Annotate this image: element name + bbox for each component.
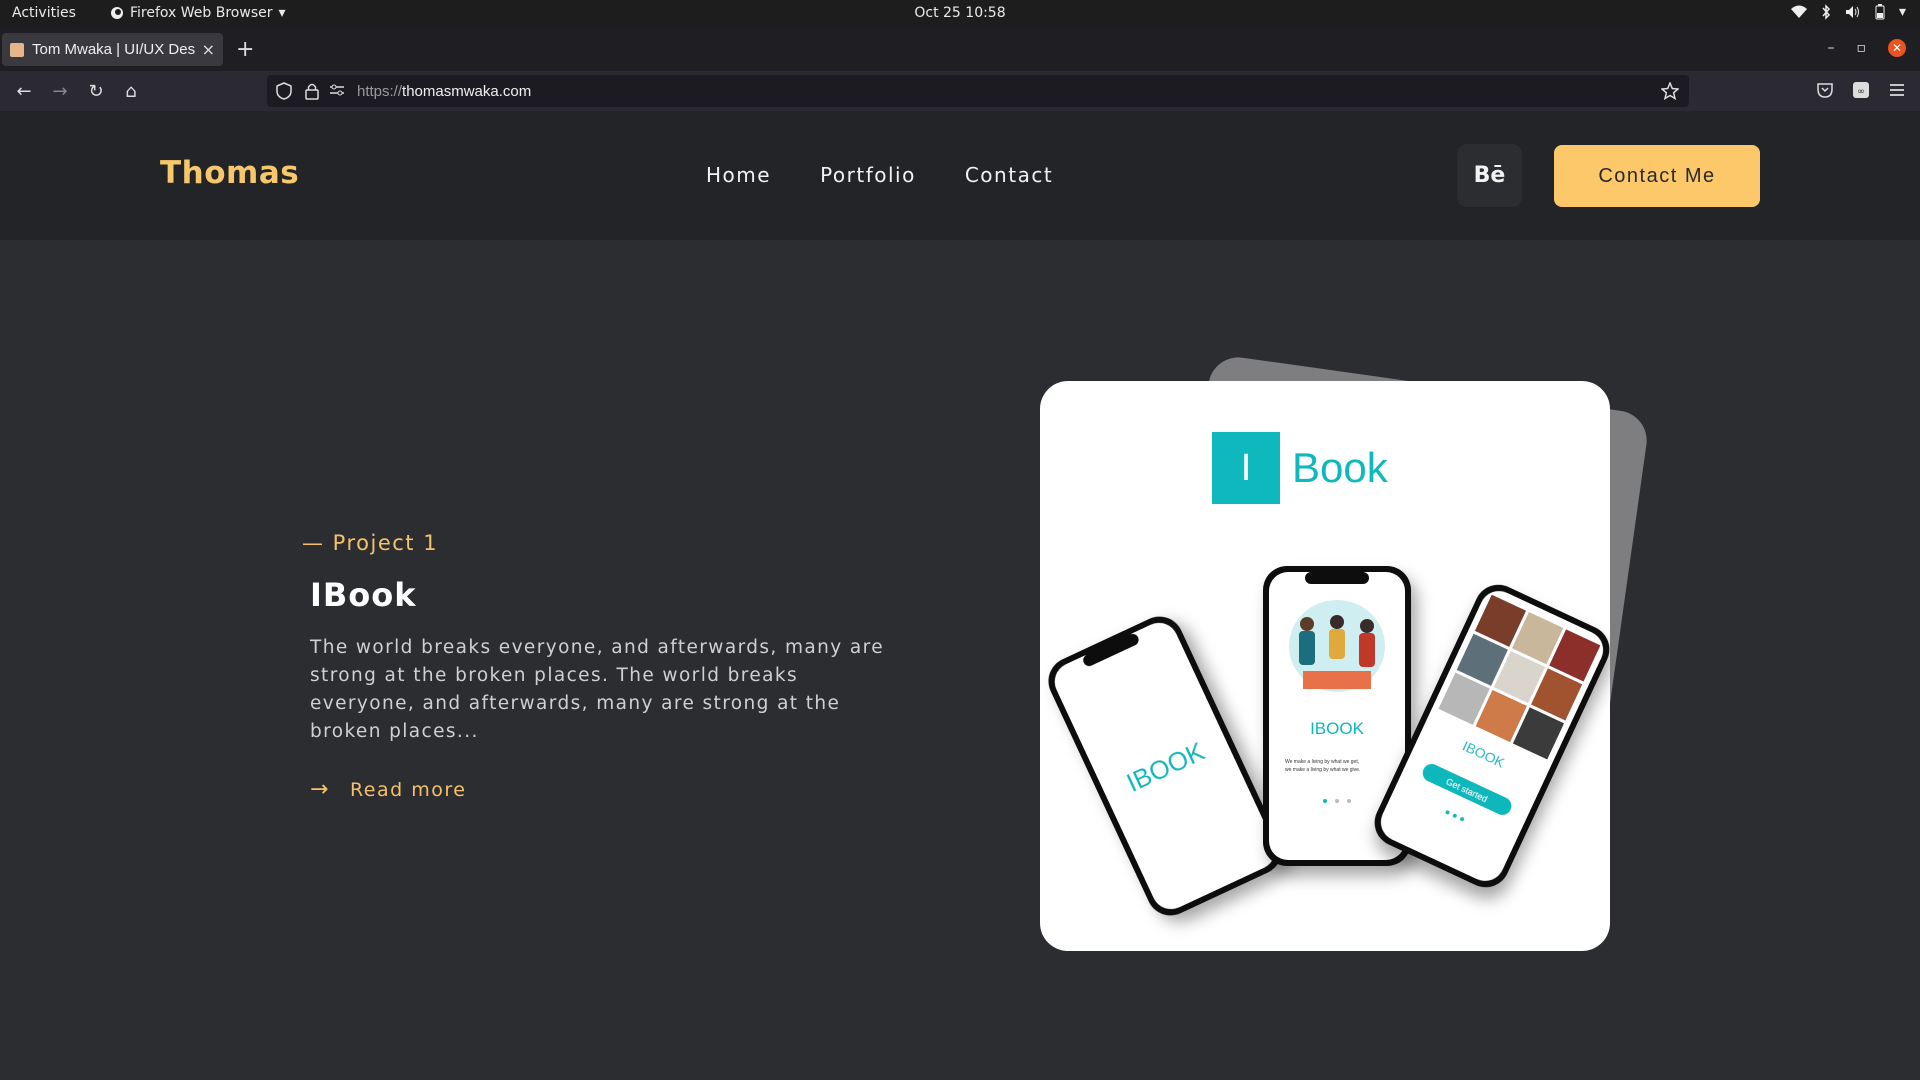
close-window-icon[interactable]: ✕ (1888, 39, 1906, 57)
restore-icon[interactable]: ▫ (1857, 40, 1867, 56)
site-nav: Home Portfolio Contact (706, 163, 1053, 187)
web-page: Thomas Home Portfolio Contact Bē Contact… (0, 111, 1920, 1080)
permissions-icon[interactable] (329, 82, 345, 98)
nav-portfolio-link[interactable]: Portfolio (820, 163, 916, 187)
new-tab-button[interactable]: + (236, 37, 254, 62)
project-image-card[interactable]: I Book IBOOK IBOOK We make a living by w… (1040, 381, 1610, 951)
project-description: The world breaks everyone, and afterward… (310, 637, 885, 742)
nav-home-link[interactable]: Home (706, 163, 771, 187)
tab-strip: Tom Mwaka | UI/UX Design × + – ▫ ✕ (0, 27, 1920, 71)
site-header: Thomas Home Portfolio Contact Bē Contact… (0, 111, 1920, 240)
system-tray[interactable]: ▾ (1790, 4, 1906, 20)
hamburger-menu-icon[interactable] (1888, 81, 1906, 99)
caret-down-icon: ▾ (1898, 4, 1906, 20)
navigation-toolbar: ← → ↻ ⌂ https://thomasmwaka.com ∞ (0, 71, 1920, 111)
bookmark-star-icon[interactable] (1661, 82, 1679, 100)
forward-arrow-icon[interactable]: → (50, 81, 70, 102)
clock[interactable]: Oct 25 10:58 (0, 5, 1920, 21)
ibook-logo: I Book (1212, 432, 1388, 504)
phone-middle-caption: We make a living by what we get, (1285, 759, 1359, 765)
window-controls: – ▫ ✕ (1828, 39, 1906, 57)
project-title: IBook (310, 576, 417, 614)
phone-left: IBOOK (1048, 616, 1282, 916)
home-icon[interactable]: ⌂ (121, 81, 141, 102)
url-text[interactable]: https://thomasmwaka.com (357, 83, 531, 100)
url-host: thomasmwaka.com (402, 83, 532, 100)
read-more-label: Read more (349, 778, 467, 801)
bluetooth-icon (1822, 4, 1830, 20)
extension-icon[interactable]: ∞ (1852, 81, 1870, 99)
shield-icon[interactable] (276, 82, 292, 100)
svg-text:∞: ∞ (1857, 87, 1865, 97)
phone-middle-label: IBOOK (1310, 719, 1365, 738)
reload-icon[interactable]: ↻ (86, 81, 106, 102)
minimize-icon[interactable]: – (1828, 40, 1835, 56)
toolbar-right: ∞ (1816, 81, 1906, 99)
battery-icon (1875, 4, 1885, 20)
site-logo[interactable]: Thomas (160, 155, 299, 191)
contact-me-button[interactable]: Contact Me (1554, 145, 1760, 207)
read-more-link[interactable]: → Read more (310, 777, 466, 802)
system-top-bar: Activities Firefox Web Browser ▾ Oct 25 … (0, 0, 1920, 27)
nav-contact-link[interactable]: Contact (965, 163, 1053, 187)
arrow-right-icon: → (310, 777, 330, 802)
back-arrow-icon[interactable]: ← (14, 81, 34, 102)
behance-button[interactable]: Bē (1457, 144, 1522, 207)
url-scheme: https:// (357, 83, 403, 100)
lock-icon[interactable] (305, 82, 319, 100)
browser-tab[interactable]: Tom Mwaka | UI/UX Design × (2, 33, 223, 66)
tab-title: Tom Mwaka | UI/UX Design (32, 41, 196, 58)
ibook-logo-word: Book (1292, 444, 1388, 491)
phone-middle-caption-2: we make a living by what we give. (1285, 767, 1360, 773)
close-tab-icon[interactable]: × (202, 40, 215, 59)
pocket-icon[interactable] (1816, 81, 1834, 99)
project-tag: — Project 1 (302, 531, 439, 555)
url-bar[interactable]: https://thomasmwaka.com (267, 75, 1689, 107)
favicon-icon (10, 42, 24, 57)
phone-mockups: IBOOK IBOOK We make a living by what we … (1048, 566, 1610, 916)
volume-icon (1845, 6, 1859, 18)
wifi-icon (1790, 5, 1807, 18)
ibook-logo-box: I (1212, 432, 1280, 504)
